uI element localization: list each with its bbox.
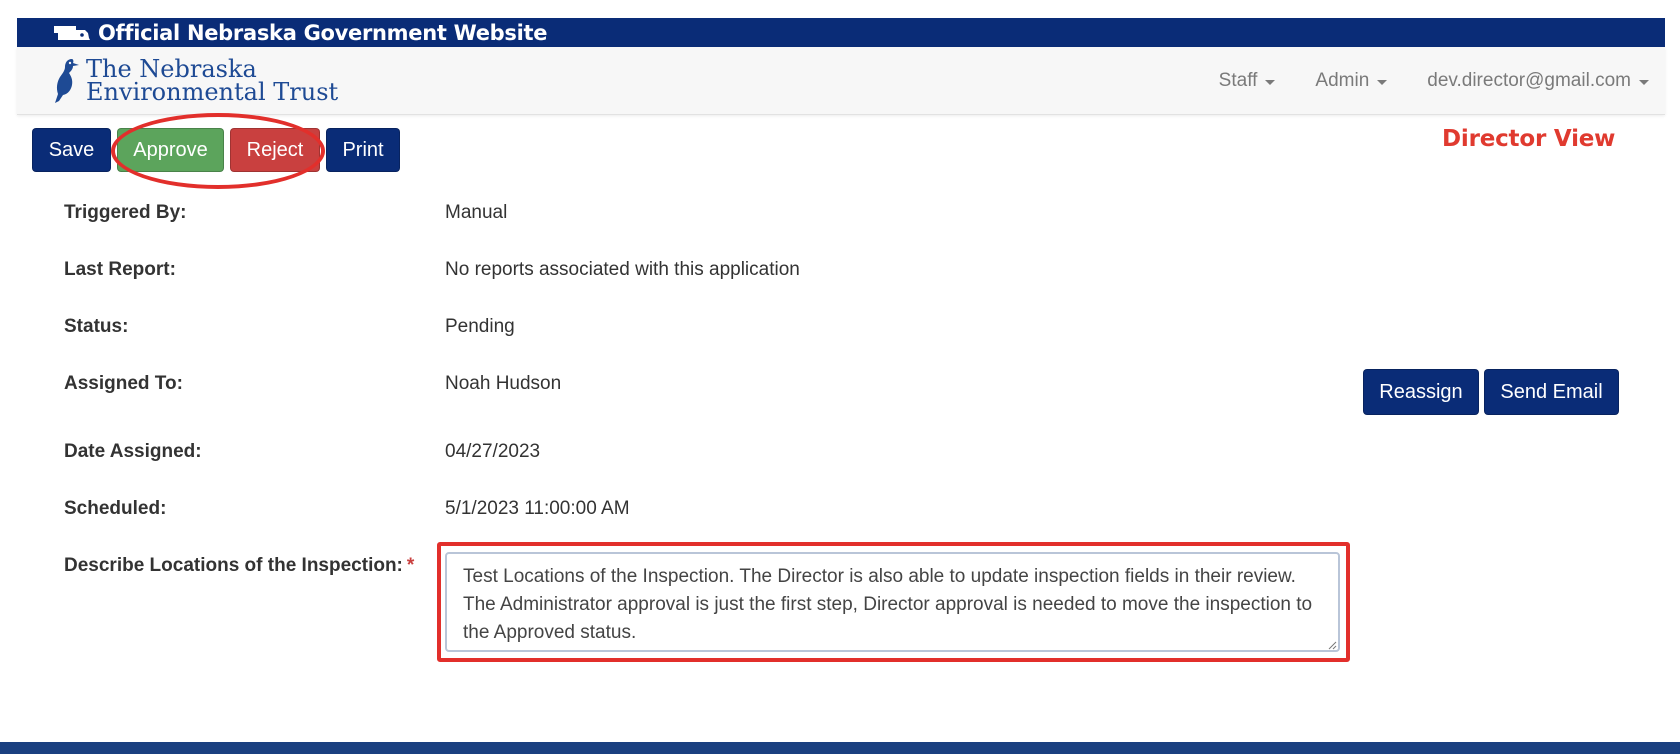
brand-logo-link[interactable]: The Nebraska Environmental Trust — [52, 55, 338, 107]
chevron-down-icon — [1639, 79, 1649, 85]
chevron-down-icon — [1377, 79, 1388, 85]
locations-label-text: Describe Locations of the Inspection: — [64, 555, 403, 576]
status-label: Status: — [64, 316, 129, 337]
status-value: Pending — [445, 316, 515, 337]
last-report-value: No reports associated with this applicat… — [445, 259, 800, 280]
nav-admin-label: Admin — [1315, 70, 1370, 91]
triggered-by-value: Manual — [445, 202, 508, 223]
date-assigned-label: Date Assigned: — [64, 441, 202, 462]
triggered-by-label: Triggered By: — [64, 202, 187, 223]
date-assigned-value: 04/27/2023 — [445, 441, 541, 462]
nav-staff-label: Staff — [1218, 70, 1258, 91]
assigned-to-label: Assigned To: — [64, 373, 183, 394]
top-navbar: The Nebraska Environmental Trust Staff A… — [17, 47, 1665, 115]
reassign-button[interactable]: Reassign — [1363, 369, 1479, 415]
print-button[interactable]: Print — [326, 128, 400, 172]
footer-bar — [0, 742, 1680, 754]
locations-textarea[interactable]: Test Locations of the Inspection. The Di… — [445, 552, 1340, 652]
send-email-button[interactable]: Send Email — [1484, 369, 1619, 415]
assigned-to-value: Noah Hudson — [445, 373, 562, 394]
meadowlark-bird-icon — [55, 59, 79, 103]
last-report-label: Last Report: — [64, 259, 176, 280]
scheduled-label: Scheduled: — [64, 498, 167, 519]
required-marker: * — [406, 555, 415, 576]
chevron-down-icon — [1265, 79, 1276, 85]
scheduled-value: 5/1/2023 11:00:00 AM — [445, 498, 630, 519]
brand-name-line2: Environmental Trust — [86, 78, 339, 106]
reject-button[interactable]: Reject — [230, 128, 320, 172]
government-banner: Official Nebraska Government Website — [17, 18, 1665, 47]
approve-button[interactable]: Approve — [117, 128, 224, 172]
government-banner-text: Official Nebraska Government Website — [98, 20, 548, 45]
nav-staff-dropdown[interactable]: Staff — [1219, 70, 1276, 92]
resize-grip-icon[interactable] — [1327, 640, 1337, 650]
director-view-label: Director View — [1442, 126, 1616, 152]
nav-user-dropdown[interactable]: dev.director@gmail.com — [1427, 70, 1649, 92]
locations-label: Describe Locations of the Inspection: * — [64, 555, 414, 577]
nav-user-label: dev.director@gmail.com — [1427, 70, 1631, 91]
nebraska-state-icon — [54, 25, 90, 40]
save-button[interactable]: Save — [32, 128, 111, 172]
nav-admin-dropdown[interactable]: Admin — [1315, 70, 1388, 92]
